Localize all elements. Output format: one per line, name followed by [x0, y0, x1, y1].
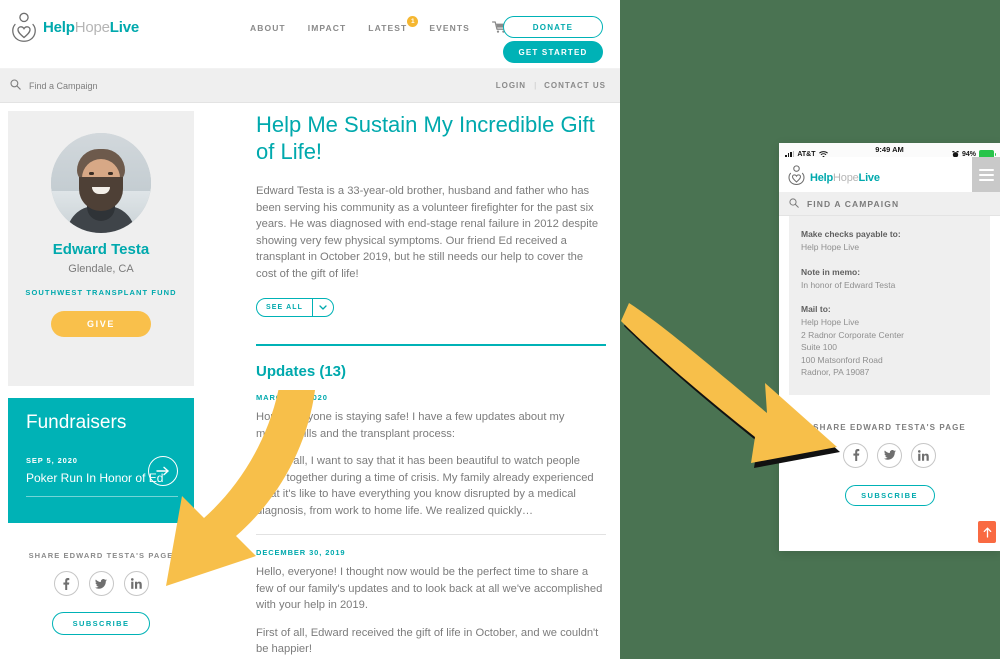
update-entry: MARCH 25, 2020 Hope everyone is staying …: [256, 393, 606, 519]
arrow-right-circle-icon[interactable]: [148, 456, 178, 486]
logo-word-help: Help: [43, 18, 75, 36]
profile-fund-name: SOUTHWEST TRANSPLANT FUND: [25, 288, 177, 297]
donation-info-group: Make checks payable to: Help Hope Live: [789, 228, 990, 254]
donate-button[interactable]: DONATE: [503, 16, 603, 38]
facebook-icon[interactable]: [843, 442, 868, 468]
update-paragraph: First of all, Edward received the gift o…: [256, 626, 599, 656]
latest-notification-badge: 1: [407, 16, 419, 27]
mobile-subscribe-button[interactable]: SUBSCRIBE: [844, 484, 935, 506]
social-icons: [8, 571, 194, 596]
update-date: MARCH 25, 2020: [256, 393, 328, 402]
fundraisers-heading: Fundraisers: [26, 412, 127, 433]
mobile-site-logo[interactable]: HelpHopeLive: [787, 165, 880, 190]
donation-info-group: Note in memo: In honor of Edward Testa: [789, 266, 990, 292]
donation-info-key: Note in memo:: [801, 266, 861, 277]
page-title: Edward Testa: [52, 241, 150, 258]
donation-info-group: Mail to: Help Hope Live 2 Radnor Corpora…: [789, 303, 990, 379]
section-divider: [256, 344, 606, 346]
updates-heading: Updates (13): [256, 363, 347, 380]
campaign-article: Help Me Sustain My Incredible Gift of Li…: [256, 111, 606, 659]
logo-word-hope: Hope: [833, 171, 859, 184]
nav-label-events: EVENTS: [429, 23, 470, 33]
donation-info-key: Mail to:: [801, 304, 831, 314]
account-links: LOGIN | CONTACT US: [496, 81, 606, 90]
person-heart-logo-icon: [787, 165, 806, 190]
mobile-logo-wordmark: HelpHopeLive: [810, 172, 880, 184]
fundraisers-card: Fundraisers SEP 5, 2020 Poker Run In Hon…: [8, 398, 194, 523]
person-heart-logo-icon: [10, 12, 38, 42]
mobile-share-label: SHARE EDWARD TESTA'S PAGE: [813, 422, 966, 432]
donation-info-value: In honor of Edward Testa: [801, 279, 896, 290]
search-input-placeholder: Find a Campaign: [29, 80, 98, 91]
nav-label-impact: IMPACT: [307, 23, 347, 33]
screenshot-canvas: HelpHopeLive ABOUT IMPACT LATEST 1 EVENT…: [0, 0, 1000, 659]
hamburger-menu-icon[interactable]: [972, 157, 1000, 192]
nav-item-about[interactable]: ABOUT: [250, 23, 286, 33]
mobile-search-label: FIND A CAMPAIGN: [807, 199, 900, 209]
nav-item-impact[interactable]: IMPACT: [308, 23, 347, 33]
contact-us-link[interactable]: CONTACT US: [544, 81, 606, 90]
mobile-header: HelpHopeLive: [779, 157, 1000, 193]
mobile-social-icons: [779, 442, 1000, 468]
chevron-down-icon[interactable]: [312, 299, 333, 316]
logo-word-live: Live: [109, 18, 139, 36]
see-all-story-button[interactable]: SEE ALL: [256, 298, 334, 317]
nav-label-about: ABOUT: [250, 23, 286, 33]
donation-instructions-panel: Make checks payable to: Help Hope Live N…: [789, 216, 990, 395]
nav-label-latest: LATEST: [368, 23, 408, 33]
linkedin-icon[interactable]: [911, 442, 936, 468]
profile-location: Glendale, CA: [68, 263, 134, 275]
facebook-icon[interactable]: [53, 571, 79, 596]
give-button[interactable]: GIVE: [51, 311, 151, 337]
search-field[interactable]: Find a Campaign: [10, 77, 98, 95]
search-icon: [10, 77, 21, 95]
share-label: SHARE EDWARD TESTA'S PAGE: [28, 551, 174, 560]
donation-info-value: Help Hope Live 2 Radnor Corporate Center…: [801, 317, 905, 377]
update-paragraph: Hope everyone is staying safe! I have a …: [256, 411, 565, 440]
linkedin-icon[interactable]: [123, 571, 149, 596]
mobile-search-bar[interactable]: FIND A CAMPAIGN: [779, 193, 1000, 216]
twitter-icon[interactable]: [88, 571, 114, 596]
primary-navigation: ABOUT IMPACT LATEST 1 EVENTS: [250, 16, 539, 35]
fundraiser-name: Poker Run In Honor of Ed: [26, 471, 164, 485]
logo-word-hope: Hope: [74, 18, 110, 36]
get-started-button[interactable]: GET STARTED: [503, 41, 603, 63]
campaign-title: Help Me Sustain My Incredible Gift of Li…: [256, 112, 595, 164]
link-separator: |: [534, 81, 537, 90]
twitter-icon[interactable]: [877, 442, 902, 468]
fundraiser-divider: [26, 496, 178, 497]
update-entry: DECEMBER 30, 2019 Hello, everyone! I tho…: [256, 548, 606, 658]
logo-word-live: Live: [858, 171, 880, 184]
update-paragraph: First of all, I want to say that it has …: [256, 455, 594, 517]
site-header: HelpHopeLive ABOUT IMPACT LATEST 1 EVENT…: [0, 0, 620, 69]
subscribe-button[interactable]: SUBSCRIBE: [52, 612, 150, 635]
logo-wordmark: HelpHopeLive: [43, 19, 139, 36]
search-icon: [789, 195, 799, 213]
avatar: [51, 133, 151, 233]
mobile-share-section: SHARE EDWARD TESTA'S PAGE SUBSCRIBE: [779, 423, 1000, 506]
update-divider: [256, 534, 606, 535]
see-all-label: SEE ALL: [266, 304, 303, 311]
arrow-up-icon[interactable]: [978, 521, 996, 543]
mobile-screenshot: AT&T 9:49 AM 94% HelpHopeLive FIND A CAM…: [779, 143, 1000, 551]
site-logo[interactable]: HelpHopeLive: [10, 12, 139, 42]
update-date: DECEMBER 30, 2019: [256, 548, 346, 557]
login-link[interactable]: LOGIN: [496, 81, 526, 90]
campaign-profile-card: Edward Testa Glendale, CA SOUTHWEST TRAN…: [8, 111, 194, 386]
campaign-search-bar: Find a Campaign LOGIN | CONTACT US: [0, 69, 620, 103]
nav-item-events[interactable]: EVENTS: [429, 23, 470, 33]
update-paragraph: Hello, everyone! I thought now would be …: [256, 566, 603, 611]
fundraiser-date: SEP 5, 2020: [26, 456, 78, 465]
donation-info-key: Make checks payable to:: [801, 229, 901, 239]
nav-item-latest[interactable]: LATEST 1: [368, 16, 419, 33]
donation-info-value: Help Hope Live: [801, 242, 860, 252]
logo-word-help: Help: [810, 171, 834, 184]
campaign-description: Edward Testa is a 33-year-old brother, h…: [256, 185, 599, 280]
share-section: SHARE EDWARD TESTA'S PAGE SUBSCRIBE: [8, 551, 194, 635]
desktop-browser-screenshot: HelpHopeLive ABOUT IMPACT LATEST 1 EVENT…: [0, 0, 620, 659]
mobile-status-bar: AT&T 9:49 AM 94%: [779, 143, 1000, 159]
